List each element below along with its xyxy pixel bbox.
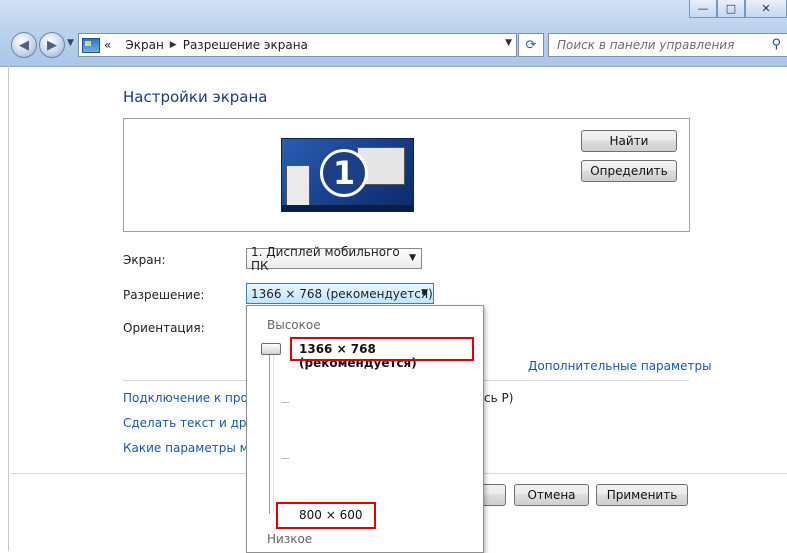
high-label: Высокое [267, 318, 321, 332]
minimize-button[interactable]: — [689, 0, 717, 18]
refresh-button[interactable]: ⟳ [518, 33, 544, 57]
window-left-border [8, 66, 9, 551]
low-label: Низкое [267, 532, 313, 546]
orientation-label: Ориентация: [123, 321, 205, 335]
resolution-select-value: 1366 × 768 (рекомендуется) [251, 286, 433, 301]
monitor-number-badge: 1 [320, 149, 368, 197]
page-title: Настройки экрана [123, 88, 268, 106]
monitor-thumbnail[interactable]: 1 [281, 138, 414, 212]
chevron-down-icon: ▼ [409, 253, 416, 263]
address-dropdown-icon[interactable]: ▼ [505, 38, 512, 48]
apply-button[interactable]: Применить [596, 484, 688, 506]
title-bar: — □ ✕ ◀ ▶ ▼ « Экран ▶ Разрешение экрана … [0, 0, 787, 67]
close-button[interactable]: ✕ [745, 0, 787, 18]
projector-link[interactable]: Подключение к проек [123, 391, 263, 405]
find-button[interactable]: Найти [581, 130, 677, 152]
back-button[interactable]: ◀ [11, 32, 37, 58]
projector-link-tail: сь P) [484, 391, 514, 405]
slider-track-shadow [273, 350, 274, 514]
slider-tick [281, 458, 289, 459]
monitor-params-link[interactable]: Какие параметры мон [123, 441, 264, 455]
identify-button[interactable]: Определить [581, 160, 677, 182]
maximize-button[interactable]: □ [717, 0, 745, 18]
address-prefix[interactable]: « [104, 38, 111, 52]
screen-label: Экран: [123, 253, 166, 267]
window-controls: — □ ✕ [689, 0, 787, 18]
recent-pages-dropdown[interactable]: ▼ [67, 38, 74, 48]
search-box[interactable]: Поиск в панели управления ⚲ [548, 33, 787, 57]
control-panel-icon [82, 37, 100, 53]
preview-taskbar [282, 205, 413, 211]
forward-button[interactable]: ▶ [39, 32, 65, 58]
breadcrumb-resolution[interactable]: Разрешение экрана [183, 38, 308, 52]
search-icon[interactable]: ⚲ [771, 37, 781, 52]
refresh-icon: ⟳ [525, 37, 537, 53]
slider-thumb[interactable] [261, 343, 281, 355]
breadcrumb-screen[interactable]: Экран [125, 38, 163, 52]
chevron-down-icon: ▼ [421, 288, 428, 298]
slider-track[interactable] [269, 350, 270, 514]
resolution-label: Разрешение: [123, 288, 205, 302]
search-input[interactable]: Поиск в панели управления [557, 38, 734, 52]
highlight-bottom-option [276, 502, 376, 529]
advanced-settings-link[interactable]: Дополнительные параметры [528, 359, 712, 373]
cancel-button[interactable]: Отмена [514, 484, 589, 506]
slider-tick [281, 402, 289, 403]
screen-select-value: 1. Дисплей мобильного ПК [251, 244, 400, 273]
resolution-select[interactable]: 1366 × 768 (рекомендуется) ▼ [246, 283, 434, 304]
back-arrow-icon: ◀ [19, 37, 29, 53]
breadcrumb-separator-icon: ▶ [169, 40, 177, 50]
address-bar[interactable]: « Экран ▶ Разрешение экрана ▼ [78, 33, 517, 57]
screen-select[interactable]: 1. Дисплей мобильного ПК ▼ [246, 245, 422, 273]
forward-arrow-icon: ▶ [47, 37, 57, 53]
highlight-top-option [290, 337, 474, 361]
